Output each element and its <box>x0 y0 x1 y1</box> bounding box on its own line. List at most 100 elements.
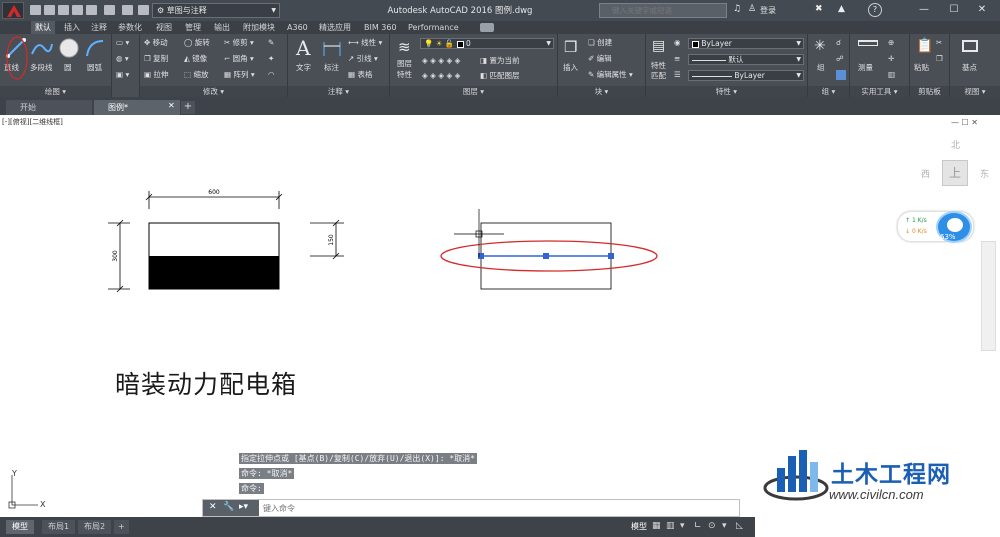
panel-modify-footer[interactable]: 修改 ▾ <box>140 86 287 97</box>
leader-button[interactable]: ↗ 引线 ▾ <box>348 54 378 64</box>
color-select[interactable]: ByLayer ▼ <box>688 38 804 49</box>
fillet-button[interactable]: ⌐ 圆角 ▾ <box>224 54 254 64</box>
ungroup-icon[interactable]: ☌ <box>836 38 841 48</box>
create-block-button[interactable]: ❏ 创建 <box>588 38 612 48</box>
selected-line[interactable] <box>478 253 614 259</box>
insert-tool-label[interactable]: 插入 <box>563 62 578 73</box>
search-input[interactable] <box>599 3 727 18</box>
match-properties-icon[interactable]: ▤ <box>652 38 665 54</box>
offset-icon[interactable]: ◠ <box>268 70 275 80</box>
minimize-button[interactable]: — <box>910 1 938 19</box>
calculator-icon[interactable]: ▥ <box>888 70 895 80</box>
binoculars-icon[interactable]: ♫ <box>733 4 741 14</box>
navigation-bar[interactable] <box>981 241 996 351</box>
viewcube-west[interactable]: 西 <box>921 167 930 180</box>
workspace-select[interactable]: ⚙ 草图与注释 ▼ <box>152 3 280 18</box>
layer-select[interactable]: 💡 ☀ 🔓 0 ▼ <box>420 38 554 49</box>
panel-properties-footer[interactable]: 特性 ▾ <box>646 86 807 97</box>
viewcube-north[interactable]: 北 <box>951 138 960 151</box>
layout-tab-2[interactable]: 布局2 <box>78 520 112 534</box>
rectangle-icon[interactable]: ▭ ▾ <box>116 38 129 48</box>
chevron-down-icon[interactable]: ▾ <box>680 521 690 532</box>
open-file-icon[interactable] <box>44 5 55 15</box>
new-tab-button[interactable]: + <box>181 101 195 114</box>
dimension-half[interactable]: 150 <box>310 219 344 260</box>
drawing-canvas[interactable]: [-][俯视][二维线框] — ☐ ✕ 600 300 150 北 西 东 上 … <box>0 115 1000 509</box>
region-icon[interactable]: ▣ ▾ <box>116 70 129 80</box>
add-layout-button[interactable]: + <box>114 520 129 534</box>
viewcube-east[interactable]: 东 <box>980 167 989 180</box>
group-icon[interactable]: ✳ <box>814 38 826 54</box>
point-icon[interactable]: ✛ <box>888 54 894 64</box>
isodraft-icon[interactable]: ◺ <box>736 521 746 532</box>
measure-icon[interactable] <box>858 40 878 46</box>
customize-qat-icon[interactable] <box>138 5 149 15</box>
snap-icon[interactable]: ▥ <box>666 521 676 532</box>
base-view-icon[interactable] <box>962 40 978 52</box>
layer-props-label-1[interactable]: 图层 <box>397 58 412 69</box>
arc-tool-label[interactable]: 圆弧 <box>87 62 102 73</box>
wrench-icon[interactable]: 🔧 <box>223 502 234 512</box>
tab-bim360[interactable]: BIM 360 <box>360 21 401 34</box>
command-input[interactable] <box>263 502 723 514</box>
user-icon[interactable]: ♙ <box>748 4 756 14</box>
text-icon[interactable]: A <box>296 36 310 60</box>
panel-groups-footer[interactable]: 组 ▾ <box>808 86 849 97</box>
tab-view[interactable]: 视图 <box>152 21 176 34</box>
edit-block-button[interactable]: ✐ 编辑 <box>588 54 612 64</box>
dimension-icon[interactable] <box>322 38 342 58</box>
tab-addins[interactable]: 附加模块 <box>239 21 279 34</box>
a360-icon[interactable]: ▲ <box>838 4 845 14</box>
quick-select-icon[interactable]: ⊕ <box>888 38 894 48</box>
trim-button[interactable]: ✂ 修剪 ▾ <box>224 38 254 48</box>
copy-button[interactable]: ❐ 复制 <box>144 54 168 64</box>
file-tab-start[interactable]: 开始 <box>6 100 92 115</box>
save-as-icon[interactable] <box>72 5 83 15</box>
layer-props-label-2[interactable]: 特性 <box>397 69 412 80</box>
help-button[interactable]: ? <box>868 3 882 17</box>
login-link[interactable]: 登录 <box>760 5 776 16</box>
text-tool-label[interactable]: 文字 <box>296 62 311 73</box>
set-current-button[interactable]: ◨ 置为当前 <box>480 56 519 66</box>
polar-icon[interactable]: ⊙ <box>708 521 718 532</box>
tab-featured-apps[interactable]: 精选应用 <box>315 21 355 34</box>
close-button[interactable]: ✕ <box>968 1 996 19</box>
viewcube[interactable]: 北 西 东 上 <box>918 136 990 216</box>
table-button[interactable]: ▦ 表格 <box>348 70 372 80</box>
mirror-button[interactable]: ◭ 镜像 <box>184 54 207 64</box>
base-tool-label[interactable]: 基点 <box>962 62 977 73</box>
panel-clipboard-footer[interactable]: 剪贴板 <box>910 86 949 97</box>
group-edit-icon[interactable]: ☍ <box>836 54 844 64</box>
tab-default[interactable]: 默认 <box>31 21 55 34</box>
ortho-icon[interactable]: ∟ <box>694 521 704 532</box>
copy-clip-icon[interactable]: ❐ <box>936 54 943 64</box>
rotate-button[interactable]: ◯ 旋转 <box>184 38 210 48</box>
paste-tool-label[interactable]: 粘贴 <box>914 62 929 73</box>
chevron-down-icon[interactable]: ▾ <box>722 521 732 532</box>
layout-tab-model[interactable]: 模型 <box>6 520 34 534</box>
grid-icon[interactable]: ▦ <box>652 521 662 532</box>
edit-attributes-button[interactable]: ✎ 编辑属性 ▾ <box>588 70 633 80</box>
maximize-button[interactable]: ☐ <box>940 1 968 19</box>
panel-view-footer[interactable]: 视图 ▾ <box>950 86 1000 97</box>
application-menu-button[interactable] <box>2 2 24 19</box>
distribution-box-symbol[interactable] <box>148 222 280 290</box>
array-button[interactable]: ▦ 阵列 ▾ <box>224 70 255 80</box>
tab-annotate[interactable]: 注释 <box>87 21 111 34</box>
layer-properties-icon[interactable]: ≋ <box>398 38 411 56</box>
measure-tool-label[interactable]: 测量 <box>858 62 873 73</box>
panel-layers-footer[interactable]: 图层 ▾ <box>390 86 557 97</box>
layout-tab-1[interactable]: 布局1 <box>42 520 76 534</box>
paste-icon[interactable]: 📋 <box>916 38 933 54</box>
tab-insert[interactable]: 插入 <box>60 21 84 34</box>
model-space-button[interactable]: 模型 <box>628 520 650 534</box>
match-props-label-2[interactable]: 匹配 <box>651 70 666 81</box>
memory-gauge[interactable]: 63% <box>936 211 972 243</box>
stretch-button[interactable]: ▣ 拉伸 <box>144 70 168 80</box>
recent-commands-icon[interactable]: ▸▾ <box>239 502 248 512</box>
panel-draw-footer[interactable]: 绘图 ▾ <box>0 86 111 97</box>
insert-block-icon[interactable]: ❒ <box>564 38 577 56</box>
move-button[interactable]: ✥ 移动 <box>144 38 168 48</box>
dimension-width[interactable]: 600 <box>145 189 283 209</box>
arc-icon[interactable] <box>84 38 106 58</box>
